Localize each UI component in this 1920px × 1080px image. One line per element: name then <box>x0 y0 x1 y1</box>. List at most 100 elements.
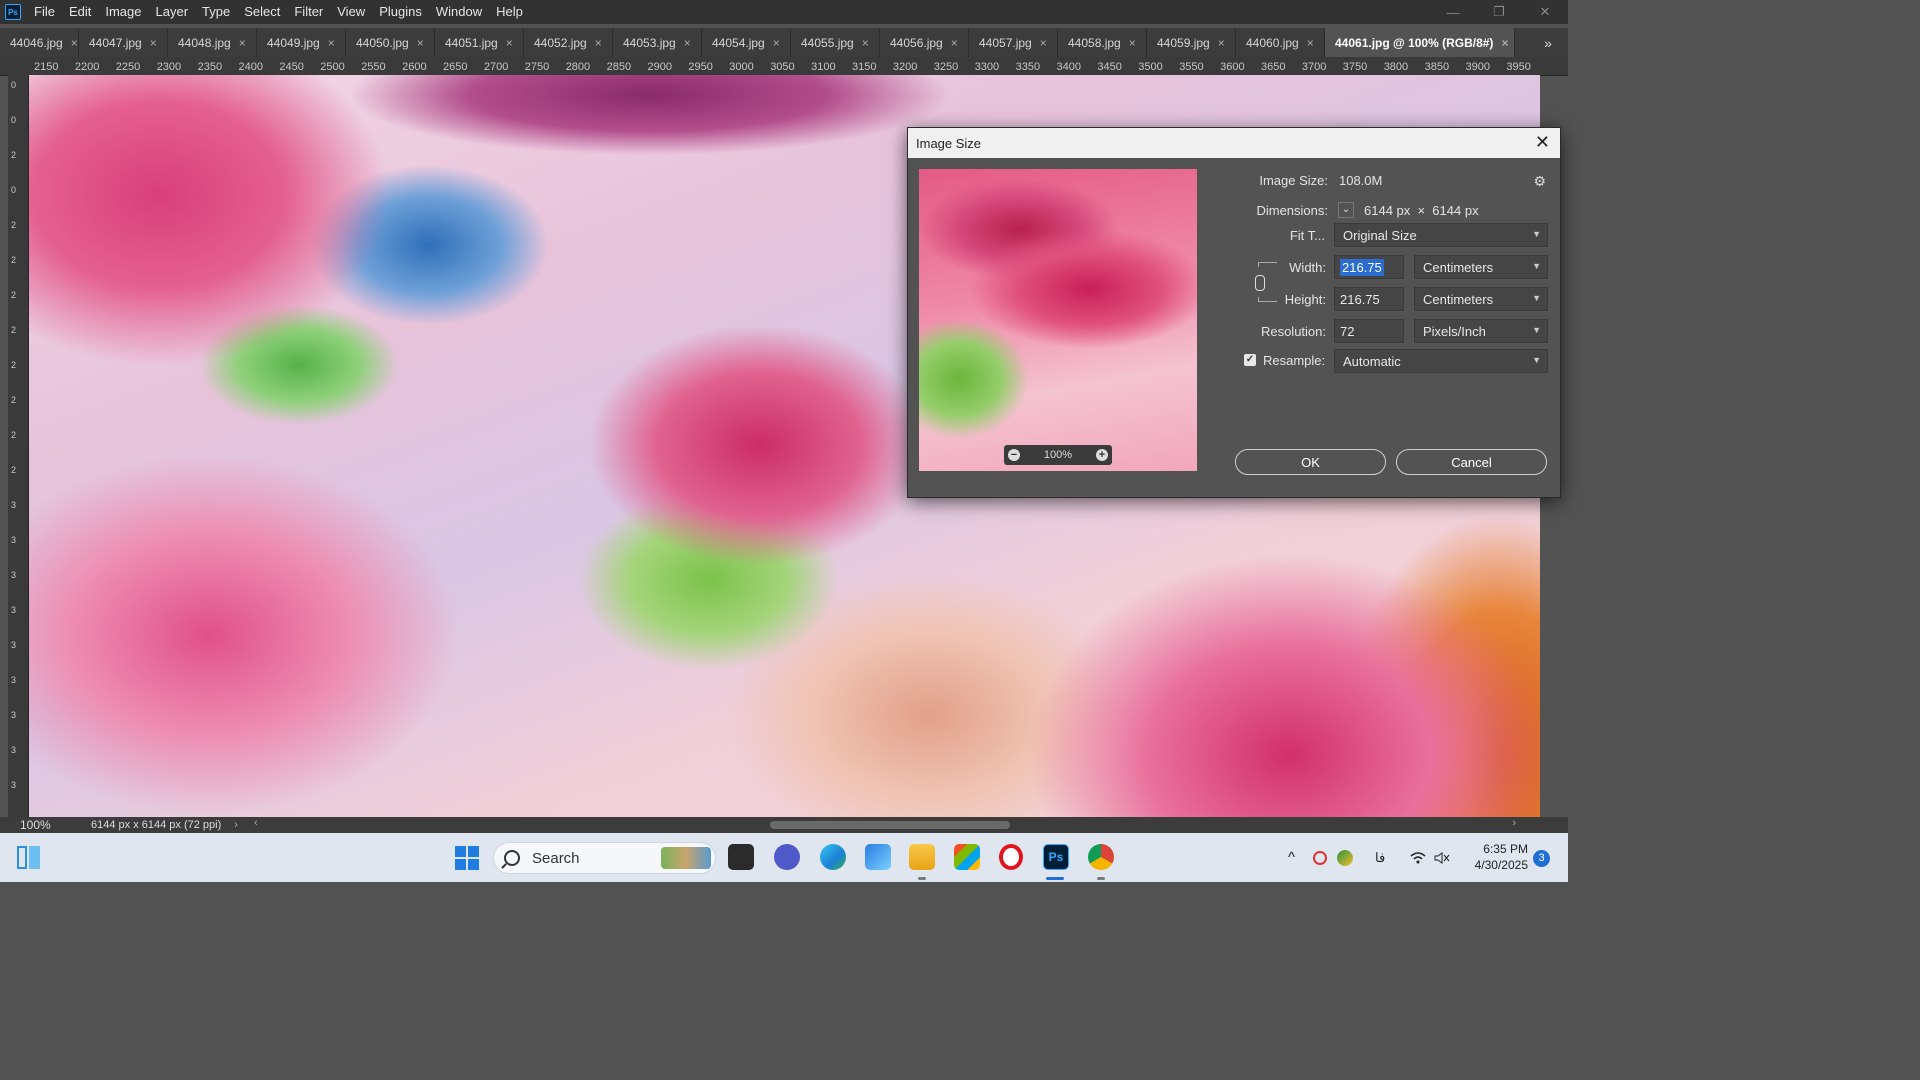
menu-plugins[interactable]: Plugins <box>372 0 429 24</box>
zoom-in-icon[interactable]: + <box>1095 449 1108 461</box>
menu-image[interactable]: Image <box>98 0 148 24</box>
vertical-ruler[interactable]: 0 0 2 0 2 2 2 2 2 2 2 2 3 3 3 3 3 3 3 3 3 <box>8 75 29 817</box>
resample-checkbox[interactable]: ✓ <box>1244 354 1256 366</box>
fit-to-select[interactable]: Original Size ▼ <box>1334 223 1548 247</box>
width-unit-select[interactable]: Centimeters ▼ <box>1414 255 1548 279</box>
tab-close-icon[interactable]: × <box>71 36 78 50</box>
height-unit-select[interactable]: Centimeters ▼ <box>1414 287 1548 311</box>
tab-close-icon[interactable]: × <box>684 36 691 50</box>
tab-44055[interactable]: 44055.jpg × <box>791 28 880 57</box>
tab-44048[interactable]: 44048.jpg × <box>168 28 257 57</box>
scroll-right-icon[interactable]: › <box>1512 817 1516 829</box>
zoom-out-icon[interactable]: − <box>1008 449 1020 461</box>
chrome-icon[interactable] <box>1088 844 1114 870</box>
menu-file[interactable]: File <box>27 0 62 24</box>
tab-close-icon[interactable]: × <box>328 36 335 50</box>
tab-44057[interactable]: 44057.jpg × <box>969 28 1058 57</box>
menu-type[interactable]: Type <box>195 0 237 24</box>
tab-44058[interactable]: 44058.jpg × <box>1058 28 1147 57</box>
preview-zoom-level: 100% <box>1043 449 1073 461</box>
taskbar-search[interactable]: Search <box>493 842 716 874</box>
tray-app-icon[interactable] <box>1313 833 1327 882</box>
tab-44056[interactable]: 44056.jpg × <box>880 28 969 57</box>
gear-icon[interactable]: ⚙ <box>1533 173 1546 190</box>
horizontal-scrollbar[interactable]: ‹ › <box>250 817 1520 831</box>
tab-close-icon[interactable]: × <box>1307 36 1314 50</box>
menu-select[interactable]: Select <box>237 0 287 24</box>
tab-44053[interactable]: 44053.jpg × <box>613 28 702 57</box>
fit-to-label: Fit T... <box>1289 228 1325 243</box>
zoom-level[interactable]: 100% <box>0 818 76 832</box>
notification-badge[interactable]: 3 <box>1533 850 1550 867</box>
tab-close-icon[interactable]: × <box>862 36 869 50</box>
ruler-tick: 2750 <box>524 61 550 73</box>
tab-44052[interactable]: 44052.jpg × <box>524 28 613 57</box>
tab-44051[interactable]: 44051.jpg × <box>435 28 524 57</box>
tab-close-icon[interactable]: × <box>1218 36 1225 50</box>
ruler-tick: 2500 <box>320 61 345 73</box>
chain-link-icon[interactable] <box>1255 275 1265 291</box>
tab-close-icon[interactable]: × <box>595 36 602 50</box>
width-input[interactable]: 216.75 <box>1334 255 1404 279</box>
ruler-tick: 3 <box>11 780 17 790</box>
tab-44060[interactable]: 44060.jpg × <box>1236 28 1325 57</box>
menu-edit[interactable]: Edit <box>62 0 98 24</box>
tab-close-icon[interactable]: × <box>1501 36 1508 50</box>
tray-globe-icon[interactable] <box>1337 833 1353 882</box>
tab-close-icon[interactable]: × <box>417 36 424 50</box>
tab-close-icon[interactable]: × <box>239 36 246 50</box>
height-input[interactable]: 216.75 <box>1334 287 1404 311</box>
tab-44054[interactable]: 44054.jpg × <box>702 28 791 57</box>
opera-icon[interactable] <box>999 844 1023 870</box>
dialog-titlebar[interactable]: Image Size ✕ <box>908 128 1560 158</box>
tab-close-icon[interactable]: × <box>773 36 780 50</box>
menu-layer[interactable]: Layer <box>149 0 196 24</box>
menu-filter[interactable]: Filter <box>287 0 330 24</box>
wifi-icon[interactable] <box>1410 833 1426 882</box>
resample-select[interactable]: Automatic ▼ <box>1334 349 1548 373</box>
scroll-thumb[interactable] <box>770 821 1010 829</box>
close-window-icon[interactable]: ✕ <box>1522 0 1568 24</box>
close-icon[interactable]: ✕ <box>1535 132 1550 153</box>
horizontal-ruler[interactable]: 2150 2200 2250 2300 2350 2400 2450 2500 2550 2600… <box>0 57 1568 76</box>
tab-close-icon[interactable]: × <box>951 36 958 50</box>
menu-window[interactable]: Window <box>429 0 489 24</box>
tab-close-icon[interactable]: × <box>1129 36 1136 50</box>
tab-44061-active[interactable]: 44061.jpg @ 100% (RGB/8#) × <box>1325 28 1515 57</box>
tab-44046[interactable]: 44046.jpg × <box>0 28 79 57</box>
task-view-icon[interactable] <box>728 844 754 870</box>
menu-help[interactable]: Help <box>489 0 530 24</box>
tab-44050[interactable]: 44050.jpg × <box>346 28 435 57</box>
snipping-tool-icon[interactable] <box>865 844 891 870</box>
status-menu-arrow-icon[interactable]: › <box>226 819 246 831</box>
system-clock[interactable]: 6:35 PM 4/30/2025 <box>1466 841 1528 873</box>
photoshop-taskbar-icon[interactable]: Ps <box>1043 844 1069 870</box>
tray-chevron-icon[interactable]: ^ <box>1288 833 1295 882</box>
tab-close-icon[interactable]: × <box>1040 36 1047 50</box>
tab-44059[interactable]: 44059.jpg × <box>1147 28 1236 57</box>
edge-icon[interactable] <box>820 844 846 870</box>
menu-view[interactable]: View <box>330 0 372 24</box>
tab-overflow-icon[interactable]: » <box>1528 28 1568 57</box>
tab-close-icon[interactable]: × <box>150 36 157 50</box>
store-icon[interactable] <box>954 844 980 870</box>
dimensions-unit-chevron-icon[interactable]: ⌄ <box>1338 202 1354 218</box>
file-explorer-icon[interactable] <box>909 844 935 870</box>
minimize-icon[interactable]: — <box>1430 0 1476 24</box>
resolution-unit-select[interactable]: Pixels/Inch ▼ <box>1414 319 1548 343</box>
tab-44049[interactable]: 44049.jpg × <box>257 28 346 57</box>
teams-icon[interactable] <box>774 844 800 870</box>
maximize-icon[interactable]: ❐ <box>1476 0 1522 24</box>
volume-muted-icon[interactable] <box>1434 833 1450 882</box>
tab-close-icon[interactable]: × <box>506 36 513 50</box>
scroll-left-icon[interactable]: ‹ <box>254 817 258 829</box>
start-button[interactable] <box>455 846 479 870</box>
ruler-tick: 3400 <box>1056 61 1081 73</box>
resolution-input[interactable]: 72 <box>1334 319 1404 343</box>
ok-button[interactable]: OK <box>1235 449 1386 475</box>
cancel-button[interactable]: Cancel <box>1396 449 1547 475</box>
tab-44047[interactable]: 44047.jpg × <box>79 28 168 57</box>
image-preview[interactable]: − 100% + <box>919 169 1197 471</box>
widgets-icon[interactable] <box>16 845 41 870</box>
language-indicator[interactable]: فا <box>1375 833 1385 882</box>
